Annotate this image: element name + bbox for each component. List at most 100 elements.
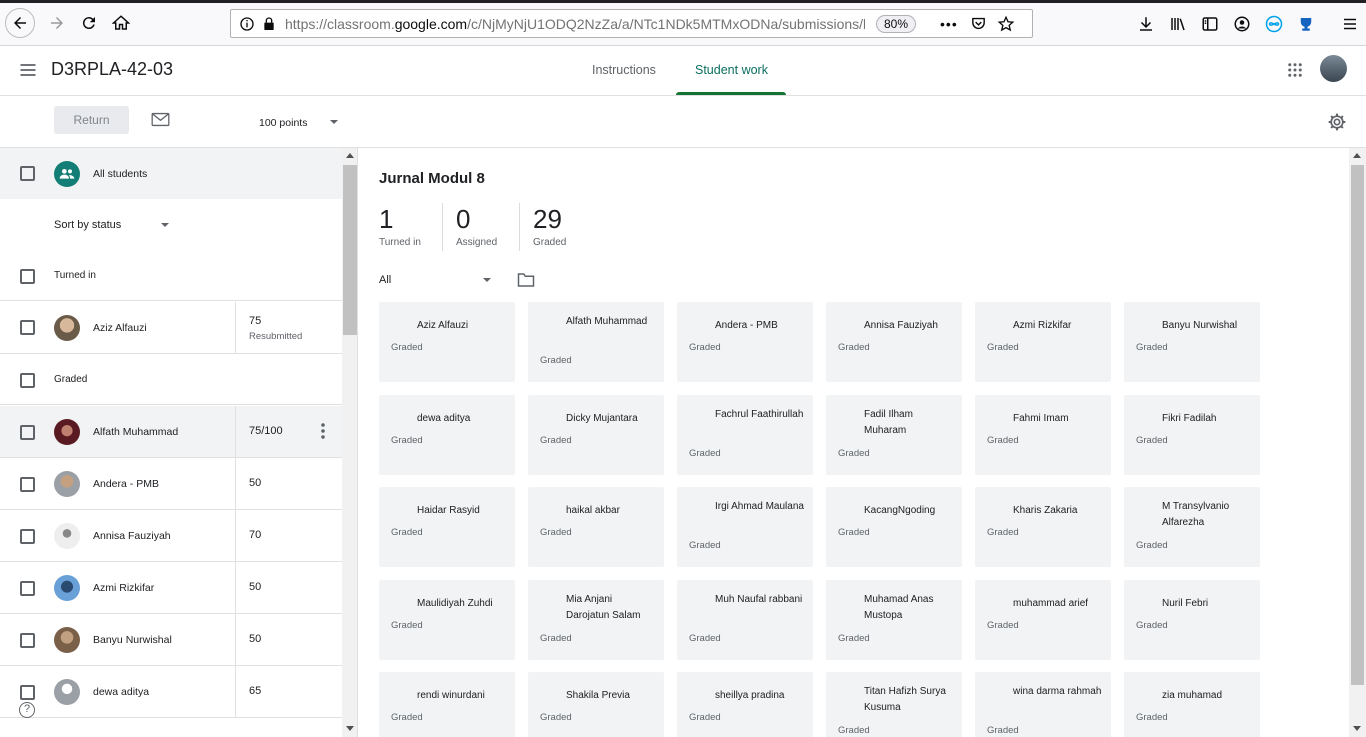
grade-cell[interactable]: 75 Resubmitted [235,302,342,353]
scroll-up-icon[interactable] [1353,153,1361,158]
tab-instructions[interactable]: Instructions [592,63,656,77]
graded-checkbox[interactable] [20,373,35,388]
student-card[interactable]: Fahmi Imam Graded [975,394,1111,475]
student-card[interactable]: Shakila Previa Graded [528,672,664,737]
student-row[interactable]: Andera - PMB 50 [0,458,342,510]
points-dropdown[interactable]: 100 points [259,117,307,129]
tab-student-work[interactable]: Student work [695,63,768,77]
student-checkbox[interactable] [20,581,35,596]
google-apps-icon[interactable] [1286,61,1304,79]
student-card[interactable]: wina darma rahmah Graded [975,672,1111,737]
home-button[interactable] [105,7,137,39]
account-avatar[interactable] [1320,55,1347,82]
student-checkbox[interactable] [20,529,35,544]
student-row[interactable]: Annisa Fauziyah 70 [0,510,342,562]
student-row[interactable]: Azmi Rizkifar 50 [0,562,342,614]
folder-icon[interactable] [517,272,535,288]
more-options-icon[interactable] [320,423,326,439]
settings-gear-icon[interactable] [1327,112,1347,132]
student-card[interactable]: Titan Hafizh Surya Kusuma Graded [826,672,962,737]
class-title[interactable]: D3RPLA-42-03 [51,59,173,80]
scroll-down-icon[interactable] [1353,726,1361,731]
student-list-scrollbar[interactable] [342,148,357,737]
grade-cell[interactable]: 75/100 [235,406,342,457]
student-card[interactable]: Kharis Zakaria Graded [975,487,1111,567]
student-card[interactable]: haikal akbar Graded [528,487,664,567]
student-card[interactable]: sheillya pradina Graded [677,672,813,737]
reload-button[interactable] [73,7,105,39]
student-card[interactable]: Annisa Fauziyah Graded [826,302,962,382]
assignment-scrollbar[interactable] [1349,148,1366,737]
student-row[interactable]: dewa aditya 65 [0,666,342,718]
student-row[interactable]: Alfath Muhammad 75/100 [0,406,342,458]
grade-cell[interactable]: 50 [235,614,342,665]
student-card[interactable]: Azmi Rizkifar Graded [975,302,1111,382]
student-card[interactable]: M Transylvanio Alfarezha Graded [1124,487,1260,567]
address-bar[interactable]: https://classroom.google.com/c/NjMyNjU1O… [230,9,1033,38]
zoom-indicator[interactable]: 80% [876,14,917,33]
grade-cell[interactable]: 50 [235,562,342,613]
student-checkbox[interactable] [20,477,35,492]
filter-dropdown[interactable]: All [379,274,391,286]
scroll-up-icon[interactable] [346,153,354,158]
student-card[interactable]: dewa aditya Graded [379,394,515,475]
student-row[interactable]: Banyu Nurwishal 50 [0,614,342,666]
download-button[interactable] [1130,8,1162,40]
page-actions-icon[interactable]: ••• [940,16,958,32]
scrollbar-thumb[interactable] [343,165,357,335]
student-card[interactable]: Nuril Febri Graded [1124,579,1260,660]
scrollbar-thumb[interactable] [1351,165,1364,685]
email-icon[interactable] [151,112,170,127]
points-dropdown-arrow-icon[interactable] [330,120,338,124]
bookmark-star-icon[interactable] [997,15,1015,33]
student-checkbox[interactable] [20,425,35,440]
grade-cell[interactable]: 70 [235,510,342,561]
grade-cell[interactable]: 50 [235,458,342,509]
student-card[interactable]: Maulidiyah Zuhdi Graded [379,579,515,660]
student-checkbox[interactable] [20,633,35,648]
student-card[interactable]: Muhamad Anas Mustopa Graded [826,579,962,660]
menu-button[interactable] [1334,8,1366,40]
all-students-checkbox[interactable] [20,166,35,181]
student-card[interactable]: KacangNgoding Graded [826,487,962,567]
all-students-row[interactable]: All students [0,148,342,199]
main-menu-icon[interactable] [18,60,38,80]
info-icon[interactable] [239,16,255,32]
student-card[interactable]: Fachrul Faathirullah Graded [677,394,813,475]
account-button[interactable] [1226,8,1258,40]
student-card[interactable]: Haidar Rasyid Graded [379,487,515,567]
student-card[interactable]: Aziz Alfauzi Graded [379,302,515,382]
avatar [1136,408,1155,427]
student-card[interactable]: rendi winurdani Graded [379,672,515,737]
library-button[interactable] [1162,8,1194,40]
scroll-down-icon[interactable] [346,726,354,731]
sort-dropdown[interactable]: Sort by status [54,219,121,231]
sort-dropdown-arrow-icon[interactable] [161,223,169,227]
help-icon[interactable]: ? [19,702,35,718]
student-row[interactable]: Aziz Alfauzi 75 Resubmitted [0,302,342,354]
student-card[interactable]: Andera - PMB Graded [677,302,813,382]
student-card[interactable]: muhammad arief Graded [975,579,1111,660]
sidebar-button[interactable] [1194,8,1226,40]
back-button[interactable] [5,7,35,38]
forward-button[interactable] [41,7,73,39]
student-card[interactable]: Alfath Muhammad Graded [528,302,664,382]
student-card[interactable]: Banyu Nurwishal Graded [1124,302,1260,382]
extension-button-2[interactable] [1290,8,1322,40]
turned-in-checkbox[interactable] [20,269,35,284]
student-checkbox[interactable] [20,685,35,700]
return-button[interactable]: Return [54,106,129,134]
student-card[interactable]: Dicky Mujantara Graded [528,394,664,475]
student-card[interactable]: zia muhamad Graded [1124,672,1260,737]
student-card[interactable]: Fadil Ilham Muharam Graded [826,394,962,475]
pocket-icon[interactable] [970,15,987,32]
student-card[interactable]: Fikri Fadilah Graded [1124,394,1260,475]
lock-icon[interactable] [261,16,277,32]
student-checkbox[interactable] [20,320,35,335]
student-card[interactable]: Muh Naufal rabbani Graded [677,579,813,660]
student-card[interactable]: Mia Anjani Darojatun Salam Graded [528,579,664,660]
filter-dropdown-arrow-icon[interactable] [483,278,491,282]
grade-cell[interactable]: 65 [235,666,342,717]
extension-button[interactable] [1258,8,1290,40]
student-card[interactable]: Irgi Ahmad Maulana Graded [677,487,813,567]
